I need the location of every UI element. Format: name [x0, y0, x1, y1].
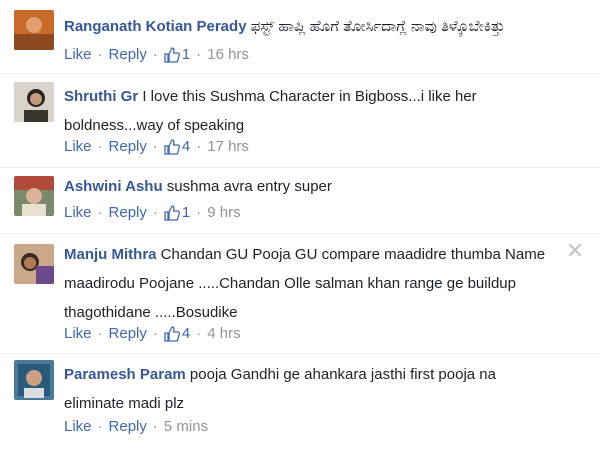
separator: · — [152, 325, 158, 342]
comment-body: Ashwini Ashu sushma avra entry super — [64, 172, 556, 201]
like-count[interactable]: 1 — [164, 204, 190, 221]
separator: · — [196, 325, 202, 342]
like-button[interactable]: Like — [64, 46, 92, 63]
like-count[interactable]: 4 — [164, 138, 190, 155]
comment-text: sushma avra entry super — [166, 178, 332, 195]
like-count-value: 4 — [181, 325, 191, 342]
timestamp[interactable]: 5 mins — [164, 418, 208, 435]
separator: · — [152, 138, 158, 155]
reply-button[interactable]: Reply — [109, 325, 147, 342]
like-button[interactable]: Like — [64, 418, 92, 435]
timestamp[interactable]: 16 hrs — [207, 46, 249, 63]
comment-actions: Like · Reply · 4 · 4 hrs — [64, 325, 241, 342]
comment-author[interactable]: Ashwini Ashu — [64, 178, 163, 195]
comment-item: Shruthi Gr I love this Sushma Character … — [0, 74, 600, 168]
timestamp[interactable]: 17 hrs — [207, 138, 249, 155]
thumbs-up-icon — [164, 204, 180, 221]
comment-body: Manju Mithra Chandan GU Pooja GU compare… — [64, 240, 556, 327]
comment-item: Manju Mithra Chandan GU Pooja GU compare… — [0, 234, 600, 354]
separator: · — [152, 418, 158, 435]
like-button[interactable]: Like — [64, 204, 92, 221]
comment-actions: Like · Reply · 4 · 17 hrs — [64, 138, 249, 155]
thumbs-up-icon — [164, 325, 180, 342]
comment-author[interactable]: Manju Mithra — [64, 246, 157, 263]
separator: · — [97, 46, 103, 63]
avatar[interactable] — [14, 176, 54, 216]
separator: · — [97, 138, 103, 155]
reply-button[interactable]: Reply — [109, 418, 147, 435]
reply-button[interactable]: Reply — [109, 204, 147, 221]
timestamp[interactable]: 9 hrs — [207, 204, 240, 221]
reply-button[interactable]: Reply — [109, 138, 147, 155]
separator: · — [152, 46, 158, 63]
like-button[interactable]: Like — [64, 138, 92, 155]
comment-actions: Like · Reply · 5 mins — [64, 418, 208, 435]
comment-body: Paramesh Param pooja Gandhi ge ahankara … — [64, 360, 556, 418]
like-count-value: 1 — [181, 204, 191, 221]
comment-body: Shruthi Gr I love this Sushma Character … — [64, 82, 556, 140]
like-count[interactable]: 1 — [164, 46, 190, 63]
comment-author[interactable]: Shruthi Gr — [64, 88, 138, 105]
like-count[interactable]: 4 — [164, 325, 190, 342]
comment-item: Paramesh Param pooja Gandhi ge ahankara … — [0, 354, 600, 450]
comment-feed: Ranganath Kotian Perady ಫಸ್ಟ್ ಹಾಪ್ಲಿ ಹೊಗ… — [0, 0, 600, 450]
separator: · — [196, 138, 202, 155]
avatar[interactable] — [14, 244, 54, 284]
comment-author[interactable]: Ranganath Kotian Perady — [64, 18, 247, 35]
comment-actions: Like · Reply · 1 · 16 hrs — [64, 46, 249, 63]
separator: · — [196, 204, 202, 221]
like-count-value: 1 — [181, 46, 191, 63]
timestamp[interactable]: 4 hrs — [207, 325, 240, 342]
comment-author[interactable]: Paramesh Param — [64, 366, 186, 383]
thumbs-up-icon — [164, 46, 180, 63]
comment-text: ಫಸ್ಟ್ ಹಾಪ್ಲಿ ಹೊಗೆ ತೋರ್ಸಿದಾಗ್ಲೆ ನಾವು ತಿಳ್… — [250, 18, 505, 35]
close-icon[interactable] — [568, 243, 582, 257]
reply-button[interactable]: Reply — [109, 46, 147, 63]
avatar[interactable] — [14, 82, 54, 122]
comment-item: Ranganath Kotian Perady ಫಸ್ಟ್ ಹಾಪ್ಲಿ ಹೊಗ… — [0, 0, 600, 74]
separator: · — [97, 418, 103, 435]
thumbs-up-icon — [164, 138, 180, 155]
separator: · — [97, 204, 103, 221]
separator: · — [97, 325, 103, 342]
like-button[interactable]: Like — [64, 325, 92, 342]
comment-body: Ranganath Kotian Perady ಫಸ್ಟ್ ಹಾಪ್ಲಿ ಹೊಗ… — [64, 12, 556, 41]
like-count-value: 4 — [181, 138, 191, 155]
comment-actions: Like · Reply · 1 · 9 hrs — [64, 204, 241, 221]
separator: · — [196, 46, 202, 63]
avatar[interactable] — [14, 360, 54, 400]
comment-item: Ashwini Ashu sushma avra entry super Lik… — [0, 168, 600, 234]
avatar[interactable] — [14, 10, 54, 50]
separator: · — [152, 204, 158, 221]
